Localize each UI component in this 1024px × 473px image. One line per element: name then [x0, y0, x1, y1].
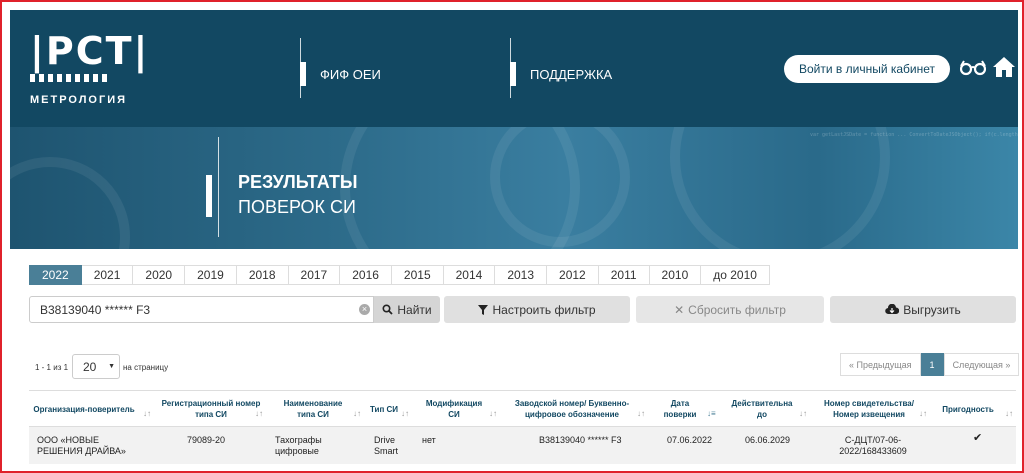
year-tab[interactable]: до 2010 — [701, 265, 770, 285]
close-icon: ✕ — [674, 302, 685, 317]
nav-fif-oei-label: ФИФ ОЕИ — [320, 66, 381, 82]
filter-button[interactable]: Настроить фильтр — [444, 296, 630, 323]
per-page-value: 20 — [83, 359, 97, 374]
year-tab[interactable]: 2012 — [547, 265, 599, 285]
year-tabs: 2022 2021 2020 2019 2018 2017 2016 2015 2014 2013… — [29, 265, 770, 285]
logo-subtitle: МЕТРОЛОГИЯ — [30, 94, 128, 106]
next-page-button[interactable]: Следующая » — [943, 353, 1020, 376]
col-type[interactable]: Тип СИ — [369, 391, 399, 427]
nav-fif-oei[interactable]: ФИФ ОЕИ — [300, 38, 381, 98]
filter-button-label: Настроить фильтр — [492, 302, 596, 317]
cell-org: ООО «НОВЫЕ РЕШЕНИЯ ДРАЙВА» — [37, 435, 126, 456]
sort-icon[interactable]: ↓↑ — [637, 409, 645, 418]
login-button[interactable]: Войти в личный кабинет — [784, 55, 950, 83]
col-reg[interactable]: Регистрационный номер типа СИ — [161, 391, 261, 427]
sort-icon[interactable]: ↓↑ — [143, 409, 151, 418]
filter-icon — [478, 304, 489, 315]
cell-type: Drive Smart — [374, 435, 399, 456]
col-mod[interactable]: Модификация СИ — [421, 391, 487, 427]
col-name[interactable]: Наименование типа СИ — [275, 391, 351, 427]
year-tab[interactable]: 2017 — [288, 265, 341, 285]
current-page[interactable]: 1 — [920, 353, 944, 376]
glasses-icon[interactable] — [960, 60, 986, 76]
table-header: Организация-поверитель Регистрационный н… — [29, 390, 1016, 426]
year-tab[interactable]: 2013 — [495, 265, 548, 285]
year-tab[interactable]: 2010 — [649, 265, 702, 285]
banner-code-decoration: var getLastJSDate = function ... Convert… — [810, 132, 1018, 138]
nav-support[interactable]: ПОДДЕРЖКА — [510, 38, 612, 98]
search-icon — [382, 304, 394, 315]
sort-desc-icon[interactable]: ↓≡ — [707, 409, 716, 418]
sort-icon[interactable]: ↓↑ — [1005, 409, 1013, 418]
col-date[interactable]: Дата поверки — [661, 391, 699, 427]
cell-reg: 79089-20 — [187, 435, 226, 445]
sort-icon[interactable]: ↓↑ — [401, 409, 409, 418]
reset-filter-label: Сбросить фильтр — [688, 302, 786, 317]
col-valid[interactable]: Действительна до — [727, 391, 797, 427]
year-tab[interactable]: 2018 — [236, 265, 289, 285]
export-button[interactable]: Выгрузить — [830, 296, 1016, 323]
sort-icon[interactable]: ↓↑ — [489, 409, 497, 418]
cell-name: Тахографы цифровые — [275, 435, 322, 456]
col-serial[interactable]: Заводской номер/ Буквенно-цифровое обозн… — [509, 391, 635, 427]
year-tab[interactable]: 2011 — [598, 265, 650, 285]
sort-icon[interactable]: ↓↑ — [255, 409, 263, 418]
search-input[interactable]: B38139040 ****** F3 — [29, 296, 374, 323]
pager: « Предыдущая 1 Следующая » — [840, 353, 1020, 376]
year-tab[interactable]: 2014 — [443, 265, 496, 285]
cell-date: 07.06.2022 — [667, 435, 713, 445]
cell-mod: нет — [422, 435, 436, 445]
home-icon[interactable] — [992, 56, 1016, 78]
year-tab[interactable]: 2021 — [81, 265, 134, 285]
page-frame: |PCT| МЕТРОЛОГИЯ ФИФ ОЕИ ПОДДЕРЖКА Войти… — [0, 0, 1024, 473]
result-count: 1 - 1 из 1 — [35, 363, 69, 372]
per-page-label: на страницу — [123, 363, 169, 372]
find-button[interactable]: Найти — [374, 296, 440, 323]
page-title-line1: РЕЗУЛЬТАТЫ — [238, 172, 358, 192]
col-cert[interactable]: Номер свидетельства/ Номер извещения — [819, 391, 919, 427]
logo-dots — [30, 74, 149, 82]
year-tab[interactable]: 2015 — [391, 265, 444, 285]
cloud-download-icon — [885, 304, 900, 315]
export-button-label: Выгрузить — [903, 302, 961, 317]
check-icon: ✔ — [973, 432, 983, 444]
year-tab[interactable]: 2020 — [133, 265, 186, 285]
clear-icon[interactable]: × — [359, 304, 370, 315]
chevron-down-icon: ▼ — [108, 363, 115, 370]
prev-page-button[interactable]: « Предыдущая — [840, 353, 921, 376]
hero-banner: var getLastJSDate = function ... Convert… — [10, 127, 1018, 249]
nav-support-label: ПОДДЕРЖКА — [530, 66, 613, 82]
cell-serial: B38139040 ****** F3 — [539, 435, 622, 445]
logo[interactable]: |PCT| МЕТРОЛОГИЯ — [30, 32, 149, 106]
find-button-label: Найти — [397, 302, 432, 317]
sort-icon[interactable]: ↓↑ — [919, 409, 927, 418]
sort-icon[interactable]: ↓↑ — [353, 409, 361, 418]
col-org[interactable]: Организация-поверитель — [29, 391, 139, 427]
per-page-select[interactable]: 20 ▼ — [72, 354, 120, 379]
col-fit[interactable]: Пригодность — [933, 391, 1003, 427]
sort-icon[interactable]: ↓↑ — [799, 409, 807, 418]
page-title-line2: ПОВЕРОК СИ — [238, 197, 356, 217]
year-tab[interactable]: 2016 — [340, 265, 392, 285]
table-row[interactable]: ООО «НОВЫЕ РЕШЕНИЯ ДРАЙВА» 79089-20 Тахо… — [29, 426, 1016, 464]
reset-filter-button[interactable]: ✕ Сбросить фильтр — [636, 296, 824, 323]
logo-mark: |PCT| — [30, 29, 150, 73]
cell-valid: 06.06.2029 — [745, 435, 791, 445]
cell-cert: С-ДЦТ/07-06-2022/168433609 — [839, 435, 907, 456]
header: |PCT| МЕТРОЛОГИЯ ФИФ ОЕИ ПОДДЕРЖКА Войти… — [10, 10, 1018, 127]
year-tab[interactable]: 2019 — [185, 265, 237, 285]
year-tab[interactable]: 2022 — [29, 265, 82, 285]
